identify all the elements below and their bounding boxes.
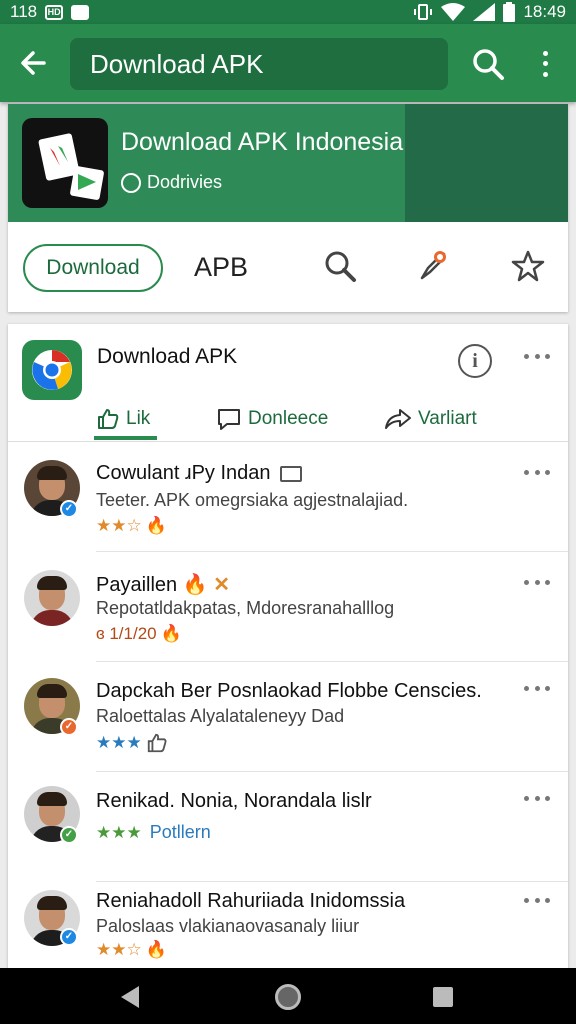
status-time: 18:49: [523, 2, 566, 21]
tab-share[interactable]: Varliart: [384, 398, 477, 440]
developer-icon: [121, 172, 141, 193]
more-vert-icon[interactable]: [534, 48, 556, 80]
review-text: Repotatldakpatas, Mdoresranahalllog: [96, 598, 395, 618]
review-name: Reniahadoll Rahuriiada Inidomssia: [96, 890, 406, 912]
review-name-text: Cowulant ɹPy Indan: [96, 462, 271, 484]
thumbs-up-icon: [147, 733, 167, 753]
list-item[interactable]: ✓ Reniahadoll Rahuriiada Inidomssia Palo…: [8, 882, 568, 968]
verified-badge-icon: ✓: [60, 928, 78, 946]
more-horiz-icon[interactable]: [524, 898, 550, 906]
rating-stars: ★★★: [96, 822, 142, 842]
fire-icon: 🔥: [160, 624, 182, 643]
detail-title: Download APK: [97, 345, 238, 368]
list-item[interactable]: ✓ Cowulant ɹPy Indan Teeter. APK omegrsi…: [8, 442, 568, 552]
comment-icon: [218, 409, 240, 430]
tab-like[interactable]: Lik: [96, 398, 150, 440]
tab-like-label: Lik: [126, 408, 151, 429]
tab-indicator: [94, 436, 157, 440]
list-item[interactable]: ✓ Renikad. Nonia, Norandala lislr ★★★ Po…: [8, 772, 568, 882]
nav-recents-icon[interactable]: [433, 987, 453, 1007]
app-developer[interactable]: Dodrivies: [121, 172, 222, 193]
detail-card: Download APK i Lik Donleece Varliart ✓ C…: [8, 324, 568, 968]
battery-icon: [503, 2, 516, 22]
review-text: Teeter. APK omegrsiaka agjestnalajiad.: [96, 490, 409, 510]
more-horiz-icon[interactable]: [524, 580, 550, 588]
thumbs-up-icon: [98, 409, 119, 429]
detail-header: Download APK i Lik Donleece Varliart: [8, 324, 568, 442]
rating-label: Potllern: [149, 822, 211, 842]
more-horiz-icon[interactable]: [524, 470, 550, 478]
review-rating: ɞ 1/1/20 🔥: [96, 624, 182, 644]
system-nav-bar: [0, 968, 576, 1024]
review-rating: ★★★ Potllern: [96, 822, 211, 843]
search-icon[interactable]: [470, 46, 506, 82]
review-name: Dapckah Ber Posnlaokad Flobbe Censcies.: [96, 680, 482, 702]
avatar: [24, 570, 80, 626]
nav-back-icon[interactable]: [121, 986, 139, 1008]
app-developer-label: Dodrivies: [147, 172, 223, 192]
verified-badge-icon: ✓: [60, 826, 78, 844]
app-actions: Download APB: [8, 222, 568, 312]
review-text: Paloslaas vlakianaovasanaly liiur: [96, 916, 360, 936]
fire-icon: 🔥: [182, 574, 208, 596]
search-input[interactable]: Download APK: [70, 38, 448, 90]
tab-comments-label: Donleece: [248, 408, 329, 429]
list-item[interactable]: Payaillen 🔥 ✕ Repotatldakpatas, Mdoresra…: [8, 552, 568, 662]
review-name: Renikad. Nonia, Norandala lislr: [96, 790, 372, 812]
app-banner: Download APK Indonesia Dodrivies: [8, 104, 568, 222]
arrow-left-icon[interactable]: [16, 45, 52, 81]
rating-stars: ★★★: [96, 733, 142, 752]
download-button[interactable]: Download: [23, 244, 163, 292]
verified-badge-icon: ✓: [60, 500, 78, 518]
review-name-text: Payaillen: [96, 574, 178, 596]
review-rating: ★★☆ 🔥: [96, 516, 167, 536]
list-item[interactable]: ✓ Dapckah Ber Posnlaokad Flobbe Censcies…: [8, 662, 568, 772]
wifi-icon: [441, 3, 466, 21]
more-horiz-icon[interactable]: [524, 354, 550, 362]
review-text: Raloettalas Alyalataleneyy Dad: [96, 706, 345, 726]
star-icon[interactable]: [510, 248, 546, 284]
app-logo-icon: [22, 118, 108, 208]
tab-share-label: Varliart: [418, 408, 477, 429]
review-name: Cowulant ɹPy Indan: [96, 462, 303, 485]
rocket-icon[interactable]: [414, 248, 450, 284]
status-bar: 118 HD 18:49: [0, 0, 576, 24]
notification-icon: [71, 4, 90, 20]
fire-icon: 🔥: [145, 516, 167, 535]
tab-comments[interactable]: Donleece: [216, 398, 328, 440]
vibrate-icon: [414, 4, 433, 20]
review-rating: ★★☆ 🔥: [96, 940, 167, 960]
more-horiz-icon[interactable]: [524, 686, 550, 694]
apb-label[interactable]: APB: [194, 252, 248, 283]
info-icon[interactable]: i: [458, 344, 492, 378]
app-bar: Download APK: [0, 24, 576, 102]
app-title: Download APK Indonesia: [121, 128, 404, 156]
review-date: ɞ 1/1/20: [96, 624, 157, 643]
review-rating: ★★★: [96, 732, 168, 754]
status-left-text: 118: [10, 2, 38, 21]
more-horiz-icon[interactable]: [524, 796, 550, 804]
nav-home-icon[interactable]: [275, 984, 301, 1010]
search-input-text: Download APK: [90, 48, 264, 79]
caption-icon: [280, 465, 303, 482]
hd-badge-icon: HD: [45, 4, 64, 20]
search-icon[interactable]: [322, 248, 358, 284]
chrome-logo-icon: [22, 340, 82, 400]
review-name: Payaillen 🔥 ✕: [96, 572, 230, 597]
app-header-card: Download APK Indonesia Dodrivies Downloa…: [8, 104, 568, 312]
rating-stars: ★★☆: [96, 516, 142, 535]
banner-accent: [405, 104, 568, 222]
fire-icon: 🔥: [145, 940, 167, 959]
status-badge-icon: ✓: [60, 718, 78, 736]
close-icon: ✕: [213, 574, 230, 596]
rating-stars: ★★☆: [96, 940, 142, 959]
share-icon: [385, 409, 411, 429]
signal-icon: [473, 3, 496, 21]
